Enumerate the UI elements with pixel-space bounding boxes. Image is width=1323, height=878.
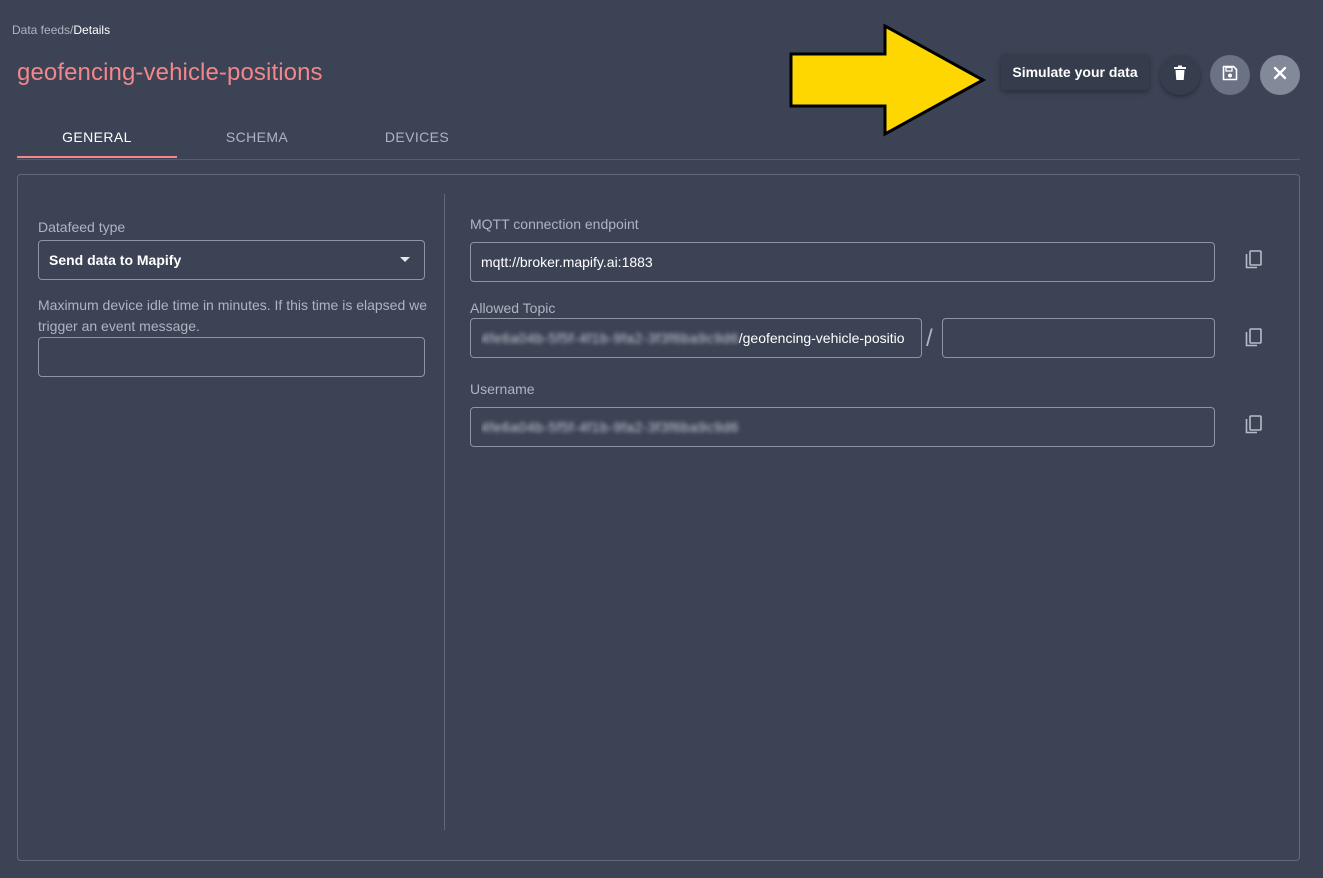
- close-icon: [1273, 66, 1287, 85]
- breadcrumb-data-feeds-link[interactable]: Data feeds: [12, 23, 70, 37]
- save-button[interactable]: [1210, 55, 1250, 95]
- simulate-data-tooltip: Simulate your data: [1001, 54, 1149, 90]
- page-title: geofencing-vehicle-positions: [17, 59, 323, 86]
- tab-bar: GENERAL SCHEMA DEVICES: [17, 115, 1300, 160]
- tab-devices[interactable]: DEVICES: [337, 115, 497, 158]
- username-label: Username: [470, 381, 535, 397]
- trash-icon: [1173, 65, 1187, 86]
- copy-username-button[interactable]: [1240, 413, 1268, 441]
- mqtt-endpoint-label: MQTT connection endpoint: [470, 216, 639, 232]
- allowed-topic-prefix-blurred: 4fe6a04b-5f5f-4f1b-9fa2-3f3f6ba9c9d6: [481, 330, 739, 346]
- datafeed-type-label: Datafeed type: [38, 219, 126, 235]
- topic-separator: /: [926, 325, 933, 352]
- chevron-down-icon: [400, 257, 410, 262]
- mqtt-endpoint-value: mqtt://broker.mapify.ai:1883: [481, 254, 653, 270]
- general-settings-card: Datafeed type Send data to Mapify Maximu…: [17, 174, 1300, 861]
- breadcrumb: Data feeds/Details: [12, 23, 110, 37]
- datafeed-type-value: Send data to Mapify: [49, 252, 182, 268]
- copy-topic-button[interactable]: [1240, 326, 1268, 354]
- idle-time-helper-text: Maximum device idle time in minutes. If …: [38, 297, 428, 334]
- allowed-topic-suffix: /geofencing-vehicle-positio: [738, 330, 905, 346]
- idle-time-input[interactable]: [38, 337, 425, 377]
- tab-general[interactable]: GENERAL: [17, 115, 177, 158]
- delete-button[interactable]: [1160, 55, 1200, 95]
- username-field[interactable]: 4fe6a04b-5f5f-4f1b-9fa2-3f3f6ba9c9d6: [470, 407, 1215, 447]
- copy-icon: [1245, 249, 1263, 275]
- allowed-topic-field[interactable]: 4fe6a04b-5f5f-4f1b-9fa2-3f3f6ba9c9d6/geo…: [470, 318, 922, 358]
- mqtt-endpoint-field[interactable]: mqtt://broker.mapify.ai:1883: [470, 242, 1215, 282]
- copy-icon: [1245, 414, 1263, 440]
- column-divider: [444, 194, 445, 830]
- copy-mqtt-button[interactable]: [1240, 248, 1268, 276]
- breadcrumb-current: Details: [73, 23, 111, 37]
- username-blurred: 4fe6a04b-5f5f-4f1b-9fa2-3f3f6ba9c9d6: [481, 419, 739, 435]
- tab-schema[interactable]: SCHEMA: [177, 115, 337, 158]
- datafeed-type-select[interactable]: Send data to Mapify: [38, 240, 425, 280]
- topic-extra-input[interactable]: [942, 318, 1215, 358]
- save-icon: [1222, 65, 1238, 86]
- active-tab-indicator: [17, 156, 177, 158]
- allowed-topic-label: Allowed Topic: [470, 300, 556, 316]
- copy-icon: [1245, 327, 1263, 353]
- close-button[interactable]: [1260, 55, 1300, 95]
